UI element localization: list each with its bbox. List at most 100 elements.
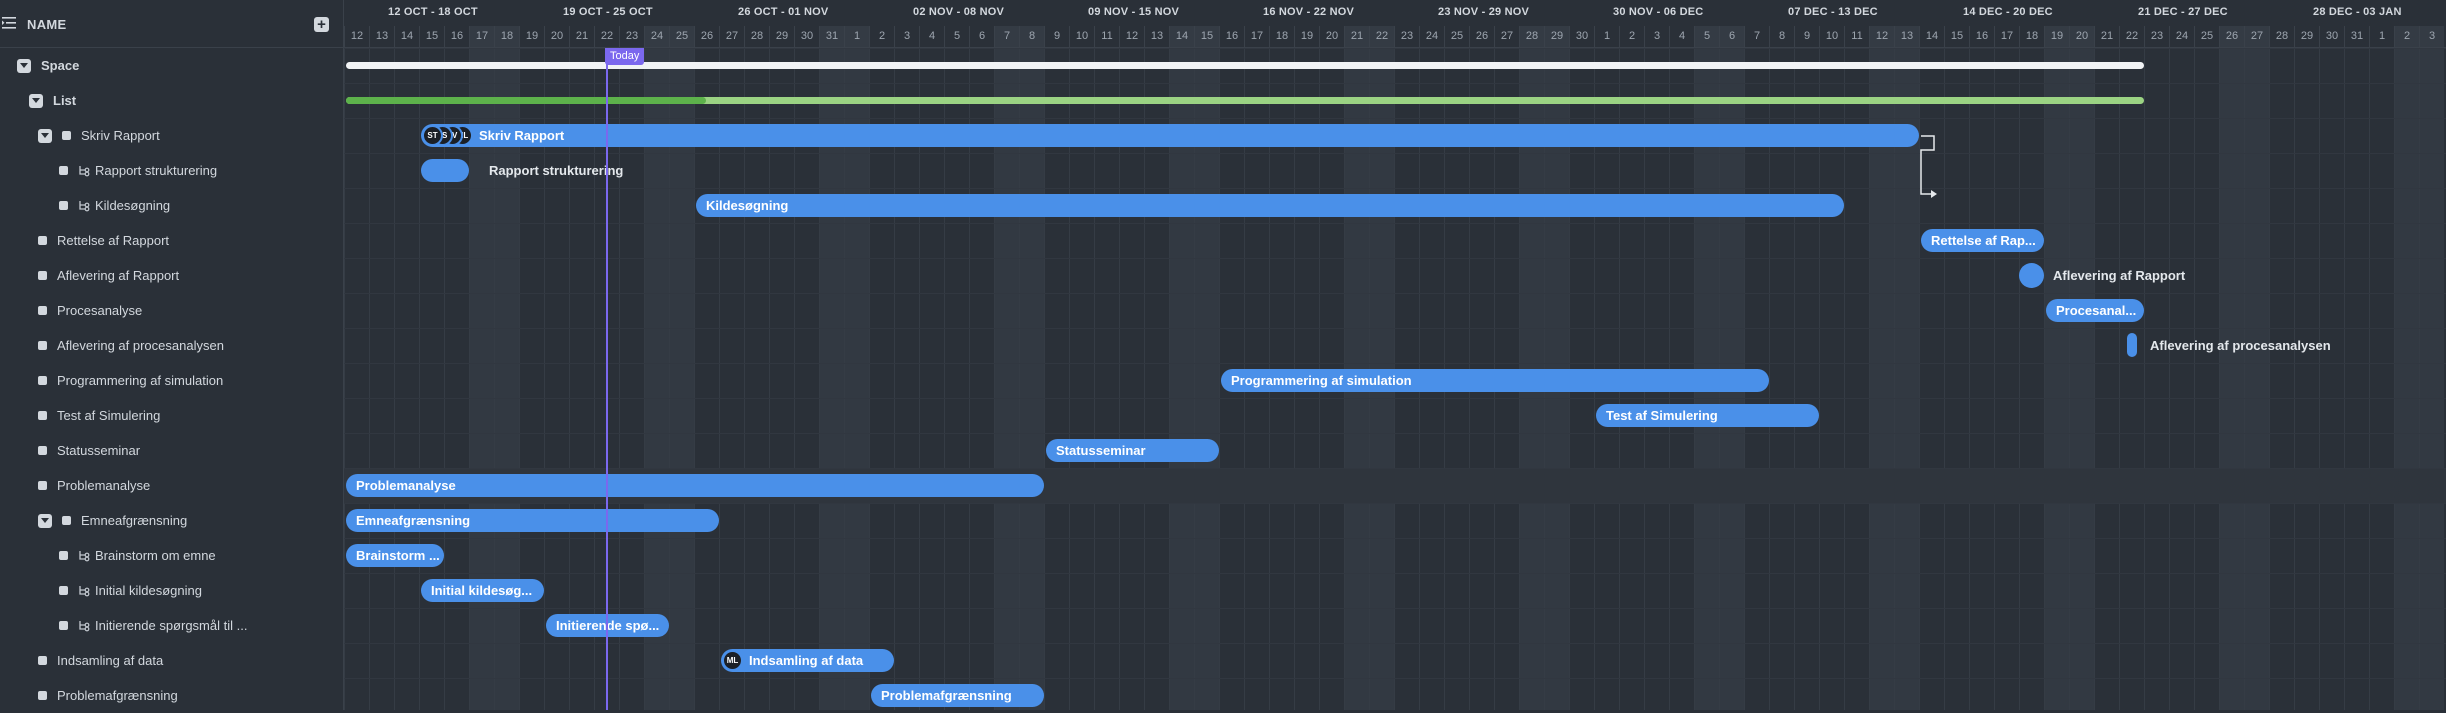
- task-row[interactable]: Problemafgrænsning: [0, 678, 343, 713]
- day-cell[interactable]: 29: [1544, 26, 1569, 47]
- day-cell[interactable]: 14: [1919, 26, 1944, 47]
- day-cell[interactable]: 28: [744, 26, 769, 47]
- task-status-icon[interactable]: [59, 621, 68, 630]
- day-cell[interactable]: 17: [469, 26, 494, 47]
- task-row[interactable]: Brainstorm om emne: [0, 538, 343, 573]
- day-cell[interactable]: 13: [369, 26, 394, 47]
- task-status-icon[interactable]: [59, 166, 68, 175]
- day-cell[interactable]: 31: [2344, 26, 2369, 47]
- day-cell[interactable]: 19: [1294, 26, 1319, 47]
- day-cell[interactable]: 14: [1169, 26, 1194, 47]
- day-cell[interactable]: 11: [1094, 26, 1119, 47]
- day-cell[interactable]: 5: [1694, 26, 1719, 47]
- day-cell[interactable]: 5: [944, 26, 969, 47]
- day-cell[interactable]: 6: [969, 26, 994, 47]
- day-cell[interactable]: 21: [1344, 26, 1369, 47]
- day-cell[interactable]: 8: [1019, 26, 1044, 47]
- task-label[interactable]: Programmering af simulation: [57, 373, 223, 388]
- day-cell[interactable]: 26: [2219, 26, 2244, 47]
- task-status-icon[interactable]: [38, 306, 47, 315]
- task-label[interactable]: Kildesøgning: [95, 198, 170, 213]
- task-label[interactable]: Rapport strukturering: [95, 163, 217, 178]
- day-cell[interactable]: 23: [619, 26, 644, 47]
- day-cell[interactable]: 6: [1719, 26, 1744, 47]
- day-cell[interactable]: 13: [1894, 26, 1919, 47]
- day-cell[interactable]: 10: [1819, 26, 1844, 47]
- task-row[interactable]: Statusseminar: [0, 433, 343, 468]
- task-row[interactable]: Problemanalyse: [0, 468, 343, 503]
- day-cell[interactable]: 28: [2269, 26, 2294, 47]
- day-cell[interactable]: 30: [794, 26, 819, 47]
- task-label[interactable]: Initial kildesøgning: [95, 583, 202, 598]
- today-badge[interactable]: Today: [605, 48, 645, 65]
- task-status-icon[interactable]: [38, 236, 47, 245]
- day-cell[interactable]: 22: [2119, 26, 2144, 47]
- day-cell[interactable]: 27: [719, 26, 744, 47]
- day-cell[interactable]: 21: [2094, 26, 2119, 47]
- task-status-icon[interactable]: [62, 516, 71, 525]
- task-row[interactable]: Procesanalyse: [0, 293, 343, 328]
- task-label[interactable]: Brainstorm om emne: [95, 548, 216, 563]
- day-cell[interactable]: 1: [844, 26, 869, 47]
- task-row[interactable]: Test af Simulering: [0, 398, 343, 433]
- day-cell[interactable]: 23: [1394, 26, 1419, 47]
- day-cell[interactable]: 11: [1844, 26, 1869, 47]
- task-bar[interactable]: Initial kildesøg...: [421, 579, 544, 602]
- task-status-icon[interactable]: [59, 201, 68, 210]
- task-status-icon[interactable]: [38, 481, 47, 490]
- task-label[interactable]: Problemanalyse: [57, 478, 150, 493]
- task-bar[interactable]: Programmering af simulation: [1221, 369, 1769, 392]
- day-cell[interactable]: 15: [1944, 26, 1969, 47]
- task-bar[interactable]: Emneafgrænsning: [346, 509, 719, 532]
- task-status-icon[interactable]: [38, 656, 47, 665]
- task-label[interactable]: Aflevering af Rapport: [57, 268, 179, 283]
- day-cell[interactable]: 20: [544, 26, 569, 47]
- day-cell[interactable]: 17: [1994, 26, 2019, 47]
- day-cell[interactable]: 25: [1444, 26, 1469, 47]
- day-cell[interactable]: 26: [1469, 26, 1494, 47]
- task-bar[interactable]: Statusseminar: [1046, 439, 1219, 462]
- day-cell[interactable]: 25: [669, 26, 694, 47]
- day-cell[interactable]: 19: [2044, 26, 2069, 47]
- day-cell[interactable]: 24: [1419, 26, 1444, 47]
- task-status-icon[interactable]: [38, 411, 47, 420]
- day-cell[interactable]: 20: [1319, 26, 1344, 47]
- collapse-menu-icon[interactable]: [2, 17, 16, 29]
- task-label[interactable]: Test af Simulering: [57, 408, 160, 423]
- task-row[interactable]: Aflevering af procesanalysen: [0, 328, 343, 363]
- task-status-icon[interactable]: [38, 691, 47, 700]
- day-cell[interactable]: 4: [1669, 26, 1694, 47]
- task-bar[interactable]: Problemanalyse: [346, 474, 1044, 497]
- task-row[interactable]: Emneafgrænsning: [0, 503, 343, 538]
- day-cell[interactable]: 14: [394, 26, 419, 47]
- task-label[interactable]: Aflevering af procesanalysen: [57, 338, 224, 353]
- assignee-avatar[interactable]: ML: [722, 650, 743, 671]
- day-cell[interactable]: 24: [2169, 26, 2194, 47]
- task-row[interactable]: Kildesøgning: [0, 188, 343, 223]
- day-cell[interactable]: 15: [419, 26, 444, 47]
- task-status-icon[interactable]: [38, 271, 47, 280]
- task-label[interactable]: List: [53, 93, 76, 108]
- day-cell[interactable]: 18: [1269, 26, 1294, 47]
- day-cell[interactable]: 9: [1794, 26, 1819, 47]
- dependency-arrow[interactable]: [1899, 126, 1959, 216]
- task-label[interactable]: Procesanalyse: [57, 303, 142, 318]
- day-cell[interactable]: 13: [1144, 26, 1169, 47]
- day-cell[interactable]: 12: [1869, 26, 1894, 47]
- day-cell[interactable]: 18: [494, 26, 519, 47]
- day-cell[interactable]: 18: [2019, 26, 2044, 47]
- collapse-toggle-icon[interactable]: [38, 128, 52, 143]
- task-row[interactable]: Indsamling af data: [0, 643, 343, 678]
- task-label[interactable]: Emneafgrænsning: [81, 513, 187, 528]
- day-cell[interactable]: 16: [444, 26, 469, 47]
- task-bar[interactable]: Procesanal...: [2046, 299, 2144, 322]
- day-cell[interactable]: 4: [919, 26, 944, 47]
- day-cell[interactable]: 30: [1569, 26, 1594, 47]
- day-cell[interactable]: 1: [1594, 26, 1619, 47]
- task-row[interactable]: List: [0, 83, 343, 118]
- task-row[interactable]: Rapport strukturering: [0, 153, 343, 188]
- day-cell[interactable]: 3: [1644, 26, 1669, 47]
- milestone-marker[interactable]: [2127, 333, 2137, 357]
- day-cell[interactable]: 20: [2069, 26, 2094, 47]
- day-cell[interactable]: 1: [2369, 26, 2394, 47]
